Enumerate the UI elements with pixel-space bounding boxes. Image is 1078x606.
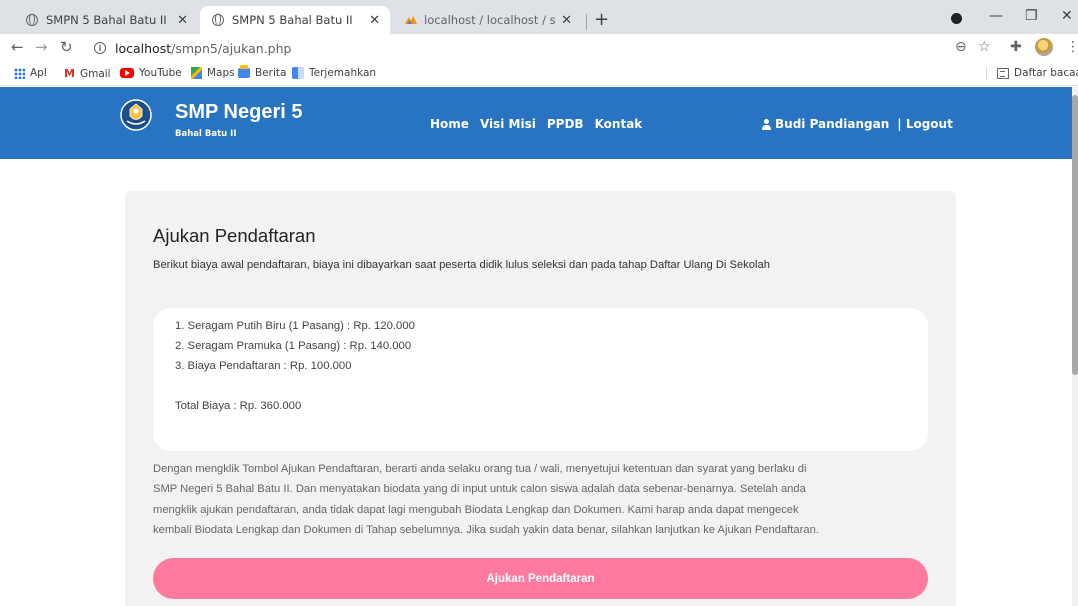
brand-subtitle: Bahal Batu II <box>175 129 237 139</box>
maps-icon <box>191 67 202 79</box>
globe-icon <box>212 13 224 26</box>
notice-line: Dengan mengklik Tombol Ajukan Pendaftara… <box>153 463 807 475</box>
news-icon <box>238 65 250 78</box>
bookmark-label: Terjemahkan <box>309 67 377 79</box>
forward-arrow-icon[interactable]: → <box>35 39 48 55</box>
back-arrow-icon[interactable]: ← <box>11 39 24 55</box>
brand-title[interactable]: SMP Negeri 5 <box>175 101 302 124</box>
gmail-icon: M <box>64 67 75 80</box>
scrollbar-thumb[interactable] <box>1072 95 1078 375</box>
close-icon[interactable]: ✕ <box>177 13 188 28</box>
bookmark-berita[interactable]: Berita <box>238 65 287 79</box>
browser-tab[interactable]: localhost / localhost / smpn5 / si ✕ <box>392 6 582 34</box>
apps-grid-icon <box>14 67 25 79</box>
fee-item: 2. Seragam Pramuka (1 Pasang) : Rp. 140.… <box>175 340 412 352</box>
notice-line: mengklik ajukan pendaftaran, anda tidak … <box>153 503 799 516</box>
profile-indicator-icon[interactable] <box>951 13 962 24</box>
page-title: Ajukan Pendaftaran <box>153 225 316 246</box>
minimize-button[interactable]: — <box>989 8 1003 24</box>
tab-title: SMPN 5 Bahal Batu II <box>46 13 167 27</box>
tab-divider <box>586 14 587 30</box>
bookmark-gmail[interactable]: M Gmail <box>64 67 111 80</box>
nav-ppdb[interactable]: PPDB <box>547 117 584 131</box>
window-close-button[interactable]: ✕ <box>1061 8 1073 24</box>
logout-link[interactable]: | Logout <box>897 117 953 131</box>
menu-kebab-icon[interactable]: ⋮ <box>1066 39 1078 55</box>
terms-notice: Dengan mengklik Tombol Ajukan Pendaftara… <box>153 459 928 540</box>
reading-list-button[interactable]: Daftar bacaan <box>986 67 1078 79</box>
new-tab-button[interactable]: + <box>594 11 609 29</box>
tab-title: localhost / localhost / smpn5 / si <box>424 13 556 27</box>
fee-total: Total Biaya : Rp. 360.000 <box>175 400 302 412</box>
site-header: SMP Negeri 5 Bahal Batu II Home Visi Mis… <box>0 87 1072 159</box>
url-host: localhost <box>115 40 172 56</box>
browser-tab[interactable]: SMPN 5 Bahal Batu II ✕ <box>14 6 198 34</box>
nav-kontak[interactable]: Kontak <box>595 117 643 131</box>
user-menu: Budi Pandiangan | Logout <box>761 117 953 131</box>
bookmark-label: Apl <box>30 67 47 79</box>
url-path: /smpn5/ajukan.php <box>171 40 292 56</box>
page-viewport: SMP Negeri 5 Bahal Batu II Home Visi Mis… <box>0 87 1078 606</box>
globe-icon <box>26 13 38 26</box>
submit-registration-button[interactable]: Ajukan Pendaftaran <box>153 558 928 599</box>
tab-title: SMPN 5 Bahal Batu II <box>232 13 353 27</box>
fee-item: 3. Biaya Pendaftaran : Rp. 100.000 <box>175 360 352 372</box>
notice-line: kembali Biodata Lengkap dan Dokumen di T… <box>153 523 819 536</box>
close-icon[interactable]: ✕ <box>561 13 572 28</box>
zoom-icon[interactable]: ⊖ <box>955 39 967 55</box>
browser-tab-strip: SMPN 5 Bahal Batu II ✕ SMPN 5 Bahal Batu… <box>0 0 1078 34</box>
bookmark-maps[interactable]: Maps <box>191 67 235 79</box>
bookmark-star-icon[interactable]: ☆ <box>978 39 991 55</box>
phpmyadmin-icon <box>405 16 417 24</box>
bookmark-label: Berita <box>255 67 287 79</box>
fee-list: 1. Seragam Putih Biru (1 Pasang) : Rp. 1… <box>153 308 928 451</box>
profile-avatar[interactable] <box>1035 38 1053 56</box>
info-icon[interactable]: i <box>94 42 106 54</box>
bookmark-label: YouTube <box>139 67 182 79</box>
main-nav: Home Visi Misi PPDB Kontak <box>430 117 642 131</box>
page-scrollbar[interactable] <box>1072 87 1078 606</box>
bookmark-translate[interactable]: Terjemahkan <box>292 67 376 79</box>
registration-card: Ajukan Pendaftaran Berikut biaya awal pe… <box>125 191 956 606</box>
user-name[interactable]: Budi Pandiangan <box>775 117 889 131</box>
nav-visi-misi[interactable]: Visi Misi <box>480 117 536 131</box>
bookmark-youtube[interactable]: YouTube <box>120 67 182 79</box>
browser-toolbar: ← → ↻ i localhost/smpn5/ajukan.php ⊖ ☆ ✚… <box>0 34 1078 62</box>
bookmark-apps[interactable]: Apl <box>14 67 47 79</box>
youtube-icon <box>120 68 134 78</box>
bookmark-label: Gmail <box>79 67 111 80</box>
reading-list-label: Daftar bacaan <box>1014 67 1078 79</box>
browser-tab-active[interactable]: SMPN 5 Bahal Batu II ✕ <box>200 6 390 34</box>
address-bar[interactable]: i localhost/smpn5/ajukan.php <box>94 37 969 59</box>
fee-item: 1. Seragam Putih Biru (1 Pasang) : Rp. 1… <box>175 320 415 332</box>
maximize-button[interactable]: ❐ <box>1025 8 1038 24</box>
extensions-puzzle-icon[interactable]: ✚ <box>1010 39 1022 55</box>
notice-line: SMP Negeri 5 Bahal Batu II. Dan menyatak… <box>153 483 806 496</box>
reading-list-icon <box>997 67 1009 79</box>
user-icon <box>761 119 771 130</box>
close-icon[interactable]: ✕ <box>369 13 380 28</box>
nav-home[interactable]: Home <box>430 117 469 131</box>
school-logo[interactable] <box>120 99 152 131</box>
bookmarks-bar: Apl M Gmail YouTube Maps Berita Terjemah… <box>0 62 1078 86</box>
reload-icon[interactable]: ↻ <box>60 39 73 55</box>
bookmark-label: Maps <box>207 67 235 79</box>
translate-icon <box>292 67 304 79</box>
intro-text: Berikut biaya awal pendaftaran, biaya in… <box>153 259 770 271</box>
